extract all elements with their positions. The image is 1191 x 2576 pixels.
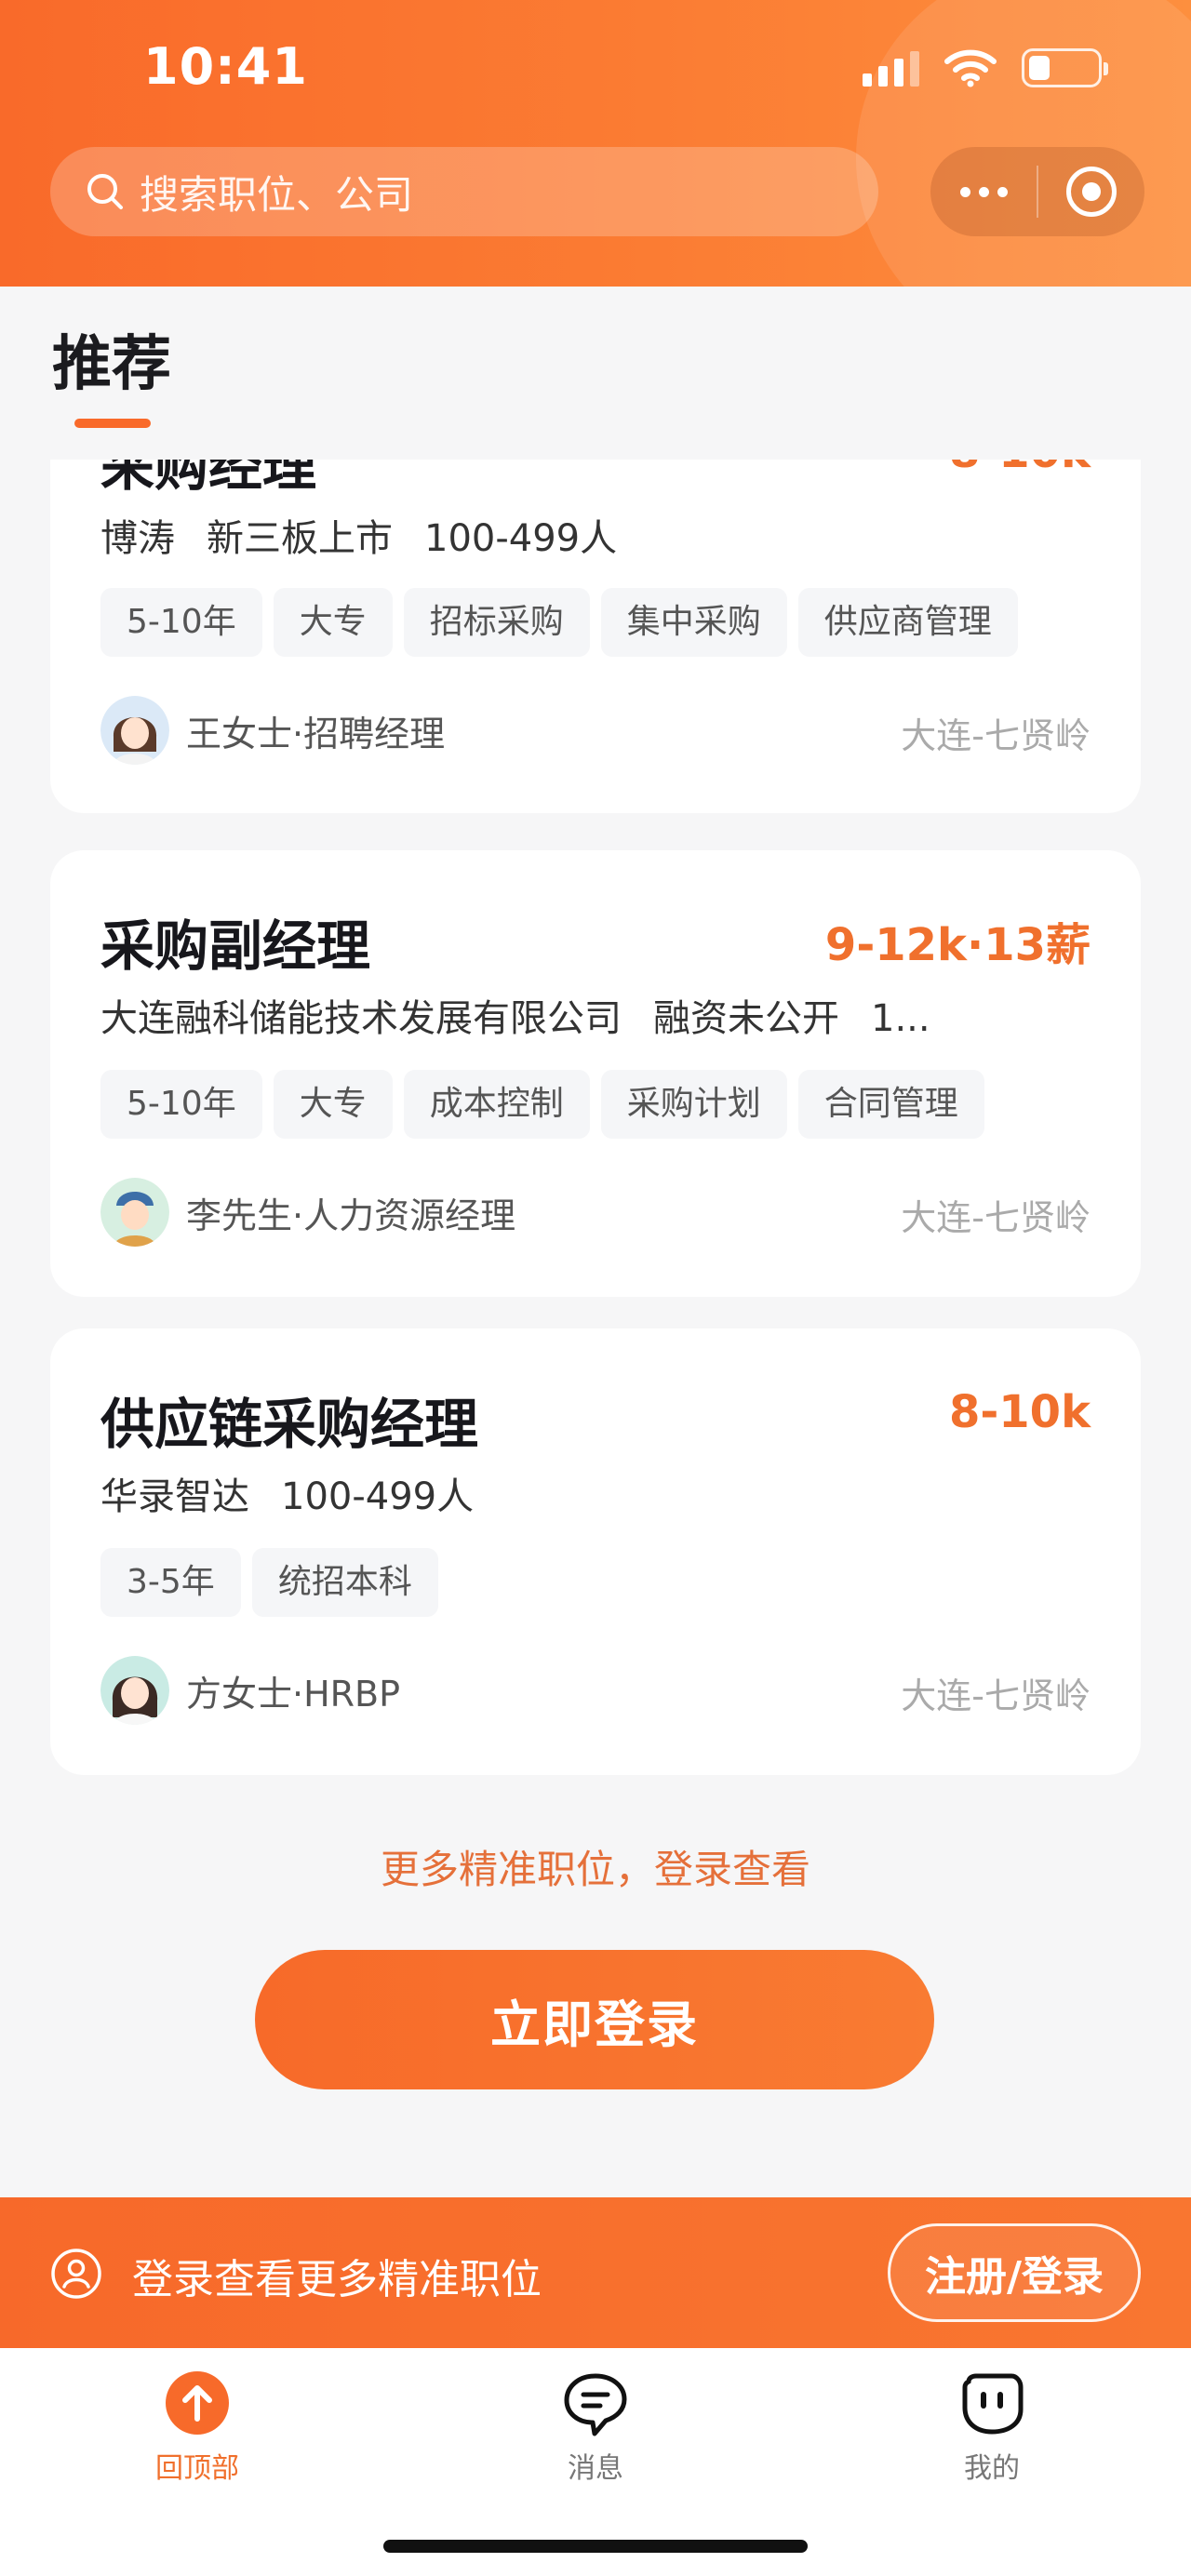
company-size: 100-499人	[281, 1475, 475, 1518]
search-icon	[87, 174, 123, 209]
status-icons	[863, 48, 1108, 87]
more-jobs-tip: 更多精准职位，登录查看	[380, 1847, 810, 1892]
job-list-page: 10:41 搜索职位、公司 推荐 采购经理 博涛 新三板上市 100-499人 …	[0, 0, 1191, 2576]
tab-label: 回顶部	[155, 2452, 239, 2485]
home-indicator	[383, 2540, 808, 2553]
job-location: 大连-七贤岭	[901, 1675, 1091, 1716]
tab-messages[interactable]: 消息	[493, 2369, 698, 2486]
more-icon[interactable]	[930, 147, 1037, 236]
tab-label: 我的	[964, 2452, 1020, 2485]
job-card[interactable]: 采购经理 8-10k 博涛新三板上市 100-499人 5-10年 大专 招标采购…	[50, 460, 1141, 813]
recruiter-name: 李先生·人力资源经理	[186, 1195, 516, 1236]
search-placeholder: 搜索职位、公司	[140, 171, 414, 218]
login-banner: 登录查看更多精准职位 注册/登录	[0, 2197, 1191, 2348]
job-tag: 5-10年	[100, 1070, 262, 1139]
recruiter-name: 方女士·HRBP	[186, 1673, 401, 1715]
job-tag: 供应商管理	[797, 588, 1018, 657]
company-size: 1...	[871, 997, 930, 1040]
job-tag: 合同管理	[797, 1070, 984, 1139]
target-icon	[1066, 167, 1117, 217]
company-name: 华录智达	[100, 1475, 249, 1518]
job-title: 供应链采购经理	[100, 1393, 479, 1456]
section-underline	[74, 419, 151, 428]
job-tags: 5-10年 大专 招标采购 集中采购 供应商管理	[100, 588, 1018, 657]
tab-mine[interactable]: 我的	[890, 2369, 1094, 2486]
smile-face-icon	[962, 2373, 1024, 2435]
chat-icon	[564, 2373, 627, 2436]
wifi-icon	[944, 49, 997, 87]
status-time: 10:41	[143, 37, 308, 96]
job-tag: 3-5年	[100, 1548, 241, 1617]
job-tags: 5-10年 大专 成本控制 采购计划 合同管理	[100, 1070, 984, 1139]
job-salary: 8-10k	[948, 1386, 1091, 1438]
job-card[interactable]: 采购副经理 9-12k·13薪 大连融科储能技术发展有限公司 融资未公开 1... …	[50, 850, 1141, 1297]
job-title: 采购经理	[100, 460, 317, 498]
avatar	[100, 696, 169, 765]
job-card[interactable]: 供应链采购经理 8-10k 华录智达 100-499人 3-5年 统招本科 方女士…	[50, 1328, 1141, 1775]
job-list[interactable]: 采购经理 8-10k 博涛新三板上市 100-499人 5-10年 大专 招标采购…	[0, 460, 1191, 1799]
arrow-up-icon	[166, 2371, 229, 2435]
mini-program-capsule	[930, 147, 1144, 236]
job-tag: 采购计划	[600, 1070, 787, 1139]
job-tag: 招标采购	[403, 588, 590, 657]
battery-icon	[1022, 48, 1108, 87]
recruiter: 李先生·人力资源经理	[100, 1178, 515, 1247]
job-title: 采购副经理	[100, 914, 371, 978]
job-salary: 8-10k	[949, 460, 1091, 478]
search-bar[interactable]: 搜索职位、公司	[50, 147, 878, 236]
recruiter: 王女士·招聘经理	[100, 696, 445, 765]
company-size: 100-499人	[424, 517, 618, 560]
job-tag: 成本控制	[403, 1070, 590, 1139]
close-button[interactable]	[1038, 147, 1144, 236]
header: 10:41 搜索职位、公司	[0, 0, 1191, 287]
job-tag: 大专	[273, 588, 393, 657]
job-tag: 统招本科	[251, 1548, 438, 1617]
job-tag: 集中采购	[600, 588, 787, 657]
job-tag: 大专	[273, 1070, 393, 1139]
avatar	[100, 1178, 169, 1247]
signal-icon	[863, 49, 919, 87]
company-name: 博涛	[100, 517, 175, 560]
section-title[interactable]: 推荐	[52, 316, 171, 402]
job-tags: 3-5年 统招本科	[100, 1548, 438, 1617]
company-info: 华录智达 100-499人	[100, 1466, 505, 1520]
avatar	[100, 1656, 169, 1725]
job-salary: 9-12k·13薪	[824, 919, 1091, 971]
banner-text: 登录查看更多精准职位	[132, 2256, 542, 2303]
job-tag: 5-10年	[100, 588, 262, 657]
job-location: 大连-七贤岭	[901, 715, 1091, 756]
recruiter: 方女士·HRBP	[100, 1656, 400, 1725]
register-login-button[interactable]: 注册/登录	[888, 2223, 1141, 2322]
recruiter-name: 王女士·招聘经理	[186, 713, 446, 754]
company-info: 博涛 新三板上市 100-499人	[100, 508, 649, 562]
header-decoration	[856, 0, 1191, 287]
login-now-button[interactable]: 立即登录	[255, 1950, 934, 2089]
job-location: 大连-七贤岭	[901, 1197, 1091, 1238]
tab-label: 消息	[568, 2452, 623, 2485]
company-stage: 融资未公开	[653, 997, 839, 1040]
company-stage: 新三板上市	[207, 517, 393, 560]
tab-back-to-top[interactable]: 回顶部	[95, 2369, 300, 2486]
company-info: 大连融科储能技术发展有限公司 融资未公开 1...	[100, 988, 962, 1042]
company-name: 大连融科储能技术发展有限公司	[100, 997, 622, 1040]
user-icon	[51, 2249, 101, 2299]
